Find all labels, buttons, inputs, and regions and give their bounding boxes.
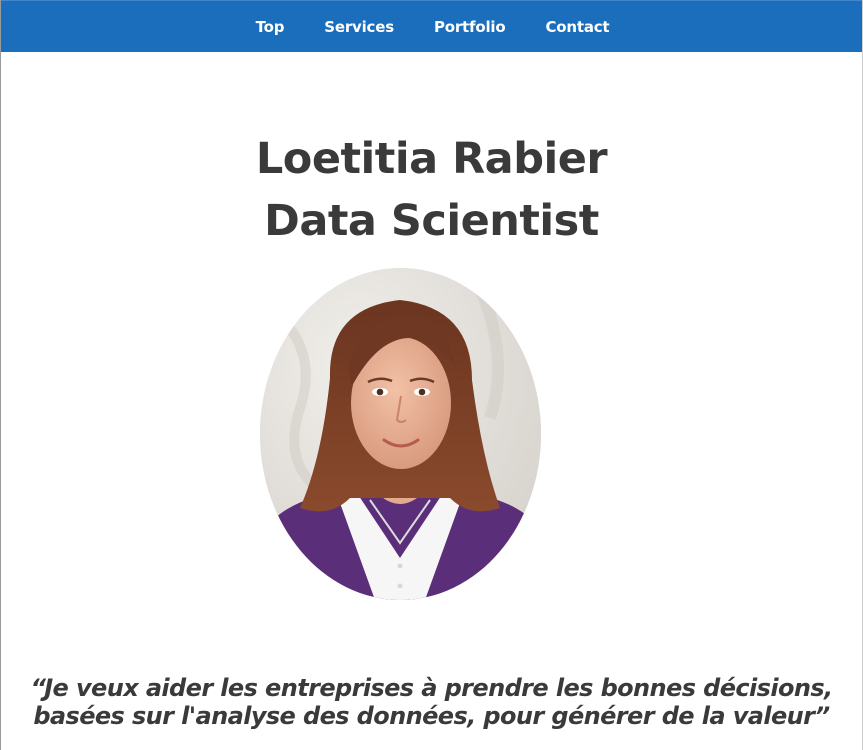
- page: Top Services Portfolio Contact Loetitia …: [0, 0, 863, 750]
- quote-line-1: “Je veux aider les entreprises à prendre…: [30, 674, 833, 702]
- hero-name: Loetitia Rabier: [255, 134, 608, 184]
- nav-link-portfolio[interactable]: Portfolio: [434, 1, 506, 53]
- top-navbar: Top Services Portfolio Contact: [1, 0, 862, 52]
- quote-line-2: basées sur l'analyse des données, pour g…: [33, 702, 830, 730]
- nav-link-services[interactable]: Services: [324, 1, 394, 53]
- portrait-photo: [260, 268, 541, 600]
- hero-role: Data Scientist: [264, 196, 599, 246]
- nav-link-contact[interactable]: Contact: [545, 1, 609, 53]
- nav-links: Top Services Portfolio Contact: [1, 1, 862, 53]
- nav-link-top[interactable]: Top: [256, 1, 285, 53]
